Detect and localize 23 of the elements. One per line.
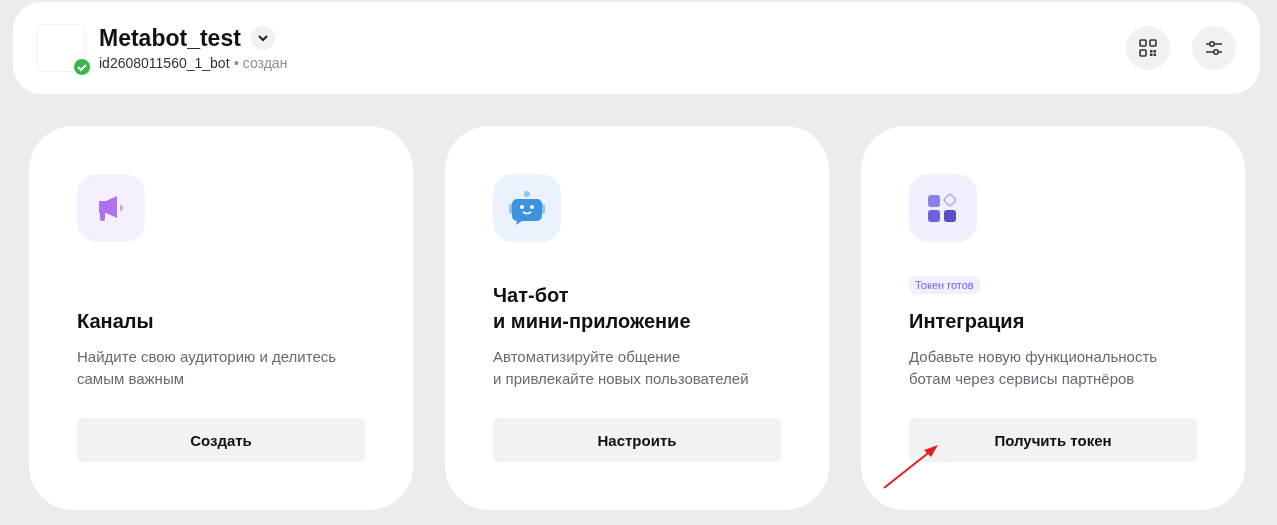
- card-action-button[interactable]: Получить токен: [909, 418, 1197, 462]
- qr-code-icon: [1139, 39, 1157, 57]
- apps-icon: [927, 192, 959, 224]
- qr-code-button[interactable]: [1126, 26, 1170, 70]
- card-description: Найдите свою аудиторию и делитесь самым важным: [77, 347, 338, 389]
- card-description: Добавьте новую функциональность ботам через сервисы партнёров: [909, 347, 1159, 389]
- robot-icon: [508, 190, 546, 226]
- card-description: Автоматизируйте общение и привлекайте новых пользователей: [493, 347, 750, 389]
- status-tag: Токен готов: [909, 276, 980, 294]
- sliders-icon: [1205, 40, 1223, 56]
- megaphone-icon: [96, 193, 126, 223]
- card-action-button[interactable]: Создать: [77, 418, 365, 462]
- bot-status: • создан: [234, 54, 288, 71]
- bot-id: id2608011560_1_bot: [99, 54, 230, 71]
- chevron-down-icon: [256, 34, 269, 42]
- card-title: Каналы: [77, 309, 155, 334]
- card-action-button[interactable]: Настроить: [493, 418, 781, 462]
- card-title: Интеграция: [909, 309, 1026, 334]
- card-title: Чат-бот и мини-приложение: [493, 283, 692, 334]
- settings-button[interactable]: [1192, 26, 1236, 70]
- bot-name: Metabot_test: [99, 24, 241, 52]
- arrow-drawing: [882, 442, 940, 490]
- dropdown-button[interactable]: [250, 26, 275, 50]
